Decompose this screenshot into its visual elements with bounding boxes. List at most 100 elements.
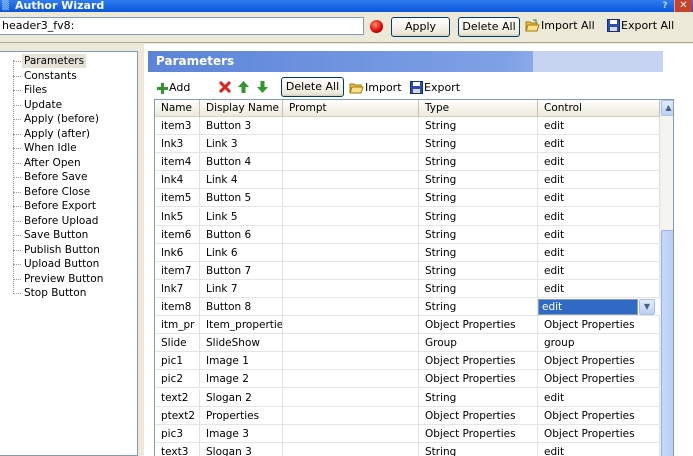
cell-type[interactable]: Object Properties — [419, 406, 538, 425]
cell-name[interactable]: itm_pr — [155, 316, 200, 335]
cell-control[interactable]: Object Properties — [538, 424, 660, 443]
move-up-icon[interactable] — [238, 78, 249, 98]
cell-name[interactable]: ptext2 — [155, 406, 200, 425]
export-button[interactable]: Export — [410, 78, 460, 98]
cell-name[interactable]: text2 — [155, 388, 200, 407]
cell-type[interactable]: String — [419, 207, 538, 226]
delete-all-button[interactable]: Delete All — [458, 17, 520, 37]
cell-display-name[interactable]: SlideShow — [200, 334, 283, 353]
cell-type[interactable]: String — [419, 225, 538, 244]
cell-display-name[interactable]: Link 7 — [200, 279, 283, 298]
cell-control[interactable]: edit — [538, 171, 660, 190]
move-down-icon[interactable] — [257, 78, 268, 98]
cell-type[interactable]: String — [419, 388, 538, 407]
table-row[interactable]: ptext2 Properties Object Properties Object … — [155, 406, 660, 425]
cell-type[interactable]: String — [419, 261, 538, 280]
cell-prompt[interactable] — [283, 279, 419, 298]
cell-display-name[interactable]: Button 3 — [200, 117, 283, 135]
cell-control[interactable]: edit — [538, 261, 660, 280]
cell-display-name[interactable]: Button 7 — [200, 261, 283, 280]
cell-prompt[interactable] — [283, 225, 419, 244]
cell-prompt[interactable] — [283, 117, 419, 135]
cell-control[interactable]: edit — [538, 207, 660, 226]
close-icon[interactable]: ✕ — [674, 0, 692, 12]
cell-display-name[interactable]: Image 2 — [200, 370, 283, 389]
cell-control[interactable]: edit — [538, 189, 660, 208]
cell-name[interactable]: Slide — [155, 334, 200, 353]
table-row[interactable]: lnk3 Link 3 String edit — [155, 135, 660, 154]
table-row[interactable]: item3 Button 3 String edit — [155, 117, 660, 135]
column-header-prompt[interactable]: Prompt — [283, 100, 419, 117]
cell-prompt[interactable] — [283, 388, 419, 407]
table-row[interactable]: itm_pr Item_properties Object Properties Ob… — [155, 316, 660, 335]
table-row[interactable]: item7 Button 7 String edit — [155, 261, 660, 280]
table-row[interactable]: Slide SlideShow Group group — [155, 334, 660, 353]
delete-icon[interactable] — [218, 78, 232, 98]
table-row[interactable]: lnk7 Link 7 String edit — [155, 279, 660, 298]
cell-name[interactable]: pic1 — [155, 352, 200, 371]
import-all-button[interactable]: Import All — [525, 16, 595, 36]
cell-display-name[interactable]: Link 5 — [200, 207, 283, 226]
cell-prompt[interactable] — [283, 334, 419, 353]
cell-name[interactable]: lnk7 — [155, 279, 200, 298]
cell-display-name[interactable]: Button 5 — [200, 189, 283, 208]
export-all-button[interactable]: Export All — [607, 16, 674, 36]
table-row[interactable]: pic3 Image 3 Object Properties Object Prope… — [155, 424, 660, 443]
cell-prompt[interactable] — [283, 442, 419, 456]
cell-display-name[interactable]: Properties — [200, 406, 283, 425]
cell-name[interactable]: pic2 — [155, 370, 200, 389]
cell-type[interactable]: String — [419, 189, 538, 208]
cell-type[interactable]: Object Properties — [419, 370, 538, 389]
cell-type[interactable]: Group — [419, 334, 538, 353]
record-icon[interactable] — [370, 20, 383, 33]
cell-control[interactable]: Object Properties — [538, 352, 660, 371]
cell-prompt[interactable] — [283, 207, 419, 226]
cell-name[interactable]: item3 — [155, 117, 200, 135]
cell-display-name[interactable]: Link 6 — [200, 243, 283, 262]
cell-prompt[interactable] — [283, 135, 419, 154]
add-button[interactable]: Add — [157, 78, 190, 98]
cell-name[interactable]: lnk4 — [155, 171, 200, 190]
cell-prompt[interactable] — [283, 243, 419, 262]
table-row[interactable]: lnk6 Link 6 String edit — [155, 243, 660, 262]
vertical-scrollbar[interactable]: ▲ — [660, 100, 673, 456]
cell-control[interactable]: edit — [538, 243, 660, 262]
cell-name[interactable]: item6 — [155, 225, 200, 244]
cell-control[interactable]: edit — [538, 279, 660, 298]
cell-name[interactable]: item7 — [155, 261, 200, 280]
cell-display-name[interactable]: Link 3 — [200, 135, 283, 154]
cell-control[interactable]: edit — [538, 135, 660, 154]
cell-prompt[interactable] — [283, 406, 419, 425]
cell-type[interactable]: String — [419, 442, 538, 456]
table-row[interactable]: item8 Button 8 String edit ▼ — [155, 298, 660, 316]
scroll-up-arrow-icon[interactable]: ▲ — [661, 100, 673, 116]
cell-type[interactable]: String — [419, 279, 538, 298]
cell-display-name[interactable]: Button 4 — [200, 153, 283, 172]
cell-control[interactable]: group — [538, 334, 660, 353]
column-header-type[interactable]: Type — [419, 100, 538, 117]
table-row[interactable]: item5 Button 5 String edit — [155, 189, 660, 208]
cell-control[interactable]: edit — [538, 442, 660, 456]
cell-type[interactable]: String — [419, 153, 538, 172]
scrollbar-thumb[interactable] — [661, 230, 673, 456]
cell-control[interactable]: edit — [538, 117, 660, 135]
cell-prompt[interactable] — [283, 370, 419, 389]
cell-display-name[interactable]: Slogan 2 — [200, 388, 283, 407]
cell-prompt[interactable] — [283, 153, 419, 172]
cell-name[interactable]: item4 — [155, 153, 200, 172]
cell-prompt[interactable] — [283, 171, 419, 190]
apply-button[interactable]: Apply — [391, 17, 450, 37]
table-row[interactable]: text2 Slogan 2 String edit — [155, 388, 660, 407]
cell-control[interactable]: edit — [538, 225, 660, 244]
table-row[interactable]: item4 Button 4 String edit — [155, 153, 660, 172]
import-button[interactable]: Import — [349, 78, 402, 98]
dropdown-arrow-icon[interactable]: ▼ — [639, 299, 655, 315]
cell-name[interactable]: item8 — [155, 298, 200, 316]
cell-display-name[interactable]: Image 1 — [200, 352, 283, 371]
cell-prompt[interactable] — [283, 316, 419, 335]
column-header-display-name[interactable]: Display Name — [200, 100, 283, 117]
cell-type[interactable]: String — [419, 298, 538, 316]
cell-type[interactable]: String — [419, 243, 538, 262]
cell-type[interactable]: String — [419, 135, 538, 154]
panel-delete-all-button[interactable]: Delete All — [281, 77, 344, 97]
